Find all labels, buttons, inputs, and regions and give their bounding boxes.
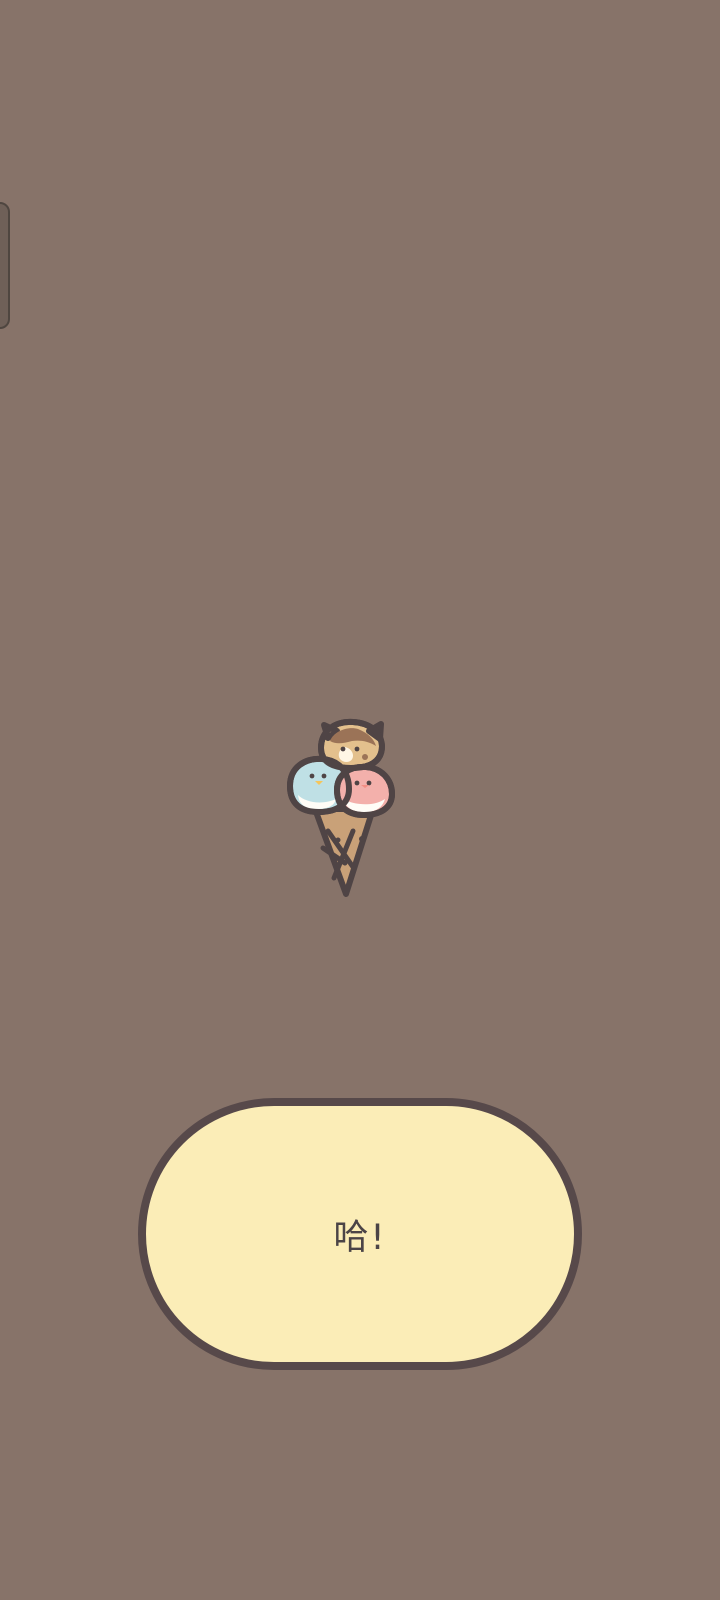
ha-button[interactable]: 哈! xyxy=(138,1098,582,1370)
side-handle[interactable] xyxy=(0,202,10,329)
ha-button-label: 哈! xyxy=(333,1217,387,1258)
ice-cream-mascot-icon xyxy=(281,713,415,908)
